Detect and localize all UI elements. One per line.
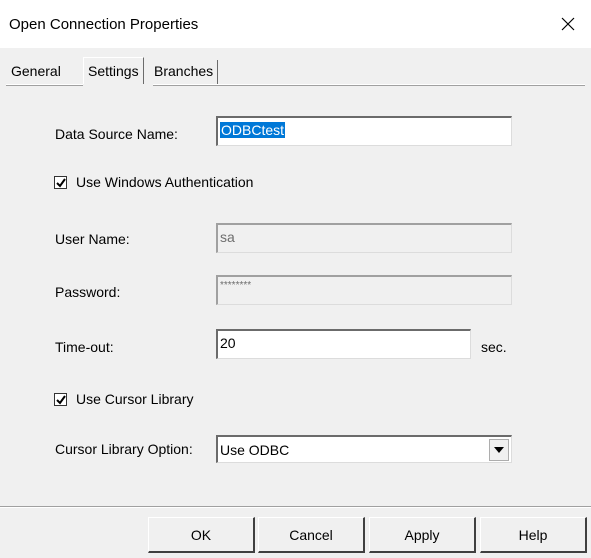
use-windows-auth-label: Use Windows Authentication [76, 174, 254, 190]
tab-settings-label: Settings [88, 63, 139, 79]
tab-branches[interactable]: Branches [151, 60, 219, 84]
timeout-value: 20 [220, 335, 236, 351]
timeout-unit: sec. [481, 339, 507, 355]
user-name-label: User Name: [55, 231, 130, 247]
data-source-label: Data Source Name: [55, 126, 178, 142]
footer-divider [0, 506, 591, 508]
ok-button[interactable]: OK [148, 517, 255, 553]
help-button-label: Help [518, 526, 548, 543]
use-windows-auth-checkbox[interactable] [54, 176, 67, 189]
dropdown-button[interactable] [489, 439, 509, 461]
triangle-down-icon [494, 447, 504, 453]
cursor-option-label: Cursor Library Option: [55, 441, 193, 457]
data-source-input[interactable]: ODBCtest [216, 116, 512, 146]
timeout-input[interactable]: 20 [216, 329, 471, 359]
help-button[interactable]: Help [480, 517, 587, 553]
user-name-input[interactable]: sa [216, 223, 512, 253]
user-name-value: sa [220, 229, 235, 245]
apply-button[interactable]: Apply [369, 517, 476, 553]
cursor-option-value: Use ODBC [220, 442, 290, 458]
title-bar: Open Connection Properties [0, 0, 591, 48]
password-label: Password: [55, 284, 121, 300]
ok-button-label: OK [190, 526, 212, 543]
close-icon [561, 17, 575, 31]
data-source-value: ODBCtest [220, 122, 286, 138]
cursor-option-select[interactable]: Use ODBC [216, 435, 512, 463]
check-icon [55, 177, 66, 188]
password-value: ******** [220, 280, 252, 291]
tab-strip: General Settings Branches [0, 48, 591, 85]
tab-general[interactable]: General [8, 60, 64, 84]
tab-general-label: General [11, 63, 61, 79]
apply-button-label: Apply [404, 526, 440, 543]
password-input[interactable]: ******** [216, 275, 512, 305]
tab-branches-label: Branches [154, 63, 214, 79]
timeout-label: Time-out: [55, 339, 114, 355]
window-title: Open Connection Properties [9, 16, 199, 33]
cancel-button[interactable]: Cancel [258, 517, 365, 553]
use-cursor-library-checkbox[interactable] [54, 393, 67, 406]
check-icon [55, 394, 66, 405]
close-button[interactable] [548, 6, 588, 42]
cancel-button-label: Cancel [289, 526, 333, 543]
tab-settings[interactable]: Settings [83, 57, 144, 84]
tab-panel-border [6, 84, 585, 87]
use-cursor-library-label: Use Cursor Library [76, 391, 194, 407]
